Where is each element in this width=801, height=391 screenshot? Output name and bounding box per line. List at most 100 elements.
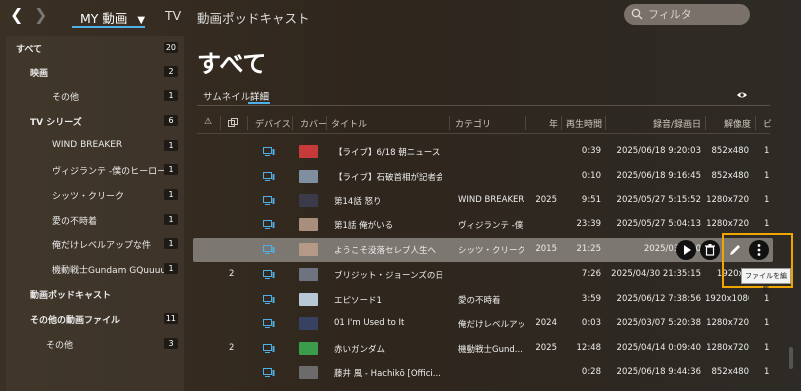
table-row[interactable]: 2 ブリジット・ジョーンズの日記... 7:26 2025/04/30 21:3… — [193, 263, 773, 287]
cell-recorded-date: 2025/06/18 9:44:36 — [616, 367, 701, 377]
cell-duration: 9:51 — [581, 195, 601, 205]
column-duration[interactable]: 再生時間 — [566, 117, 602, 130]
sidebar-item-movies[interactable]: 映画 2 — [6, 60, 184, 84]
cell-title: 第14話 怒り — [334, 197, 382, 207]
table-row[interactable]: 【ライブ】石破首相が記者会... 0:10 2025/06/18 9:16:45… — [193, 165, 773, 189]
device-icon — [263, 295, 275, 304]
sidebar-item-schitts-creek[interactable]: シッツ・クリーク 1 — [6, 183, 184, 207]
cell-duration: 0:28 — [581, 367, 601, 377]
sidebar-item-wind-breaker[interactable]: WIND BREAKER 1 — [6, 134, 184, 158]
delete-button[interactable] — [700, 240, 720, 260]
column-cover[interactable]: カバー — [300, 117, 327, 130]
cell-more: 1 — [764, 171, 770, 181]
table-row[interactable]: 2 赤いガンダム 機動戦士Gund... 2025 12:48 2025/04/… — [193, 337, 773, 361]
cell-resolution: 1280x720 — [706, 219, 749, 229]
cell-duration: 0:03 — [581, 318, 601, 328]
column-separator — [292, 116, 293, 130]
count-badge: 2 — [164, 66, 178, 77]
cover-thumbnail — [299, 366, 318, 379]
cell-recorded-date: 2025/06/18 9:20:03 — [616, 146, 701, 156]
sidebar-item-movies-other[interactable]: その他 1 — [6, 84, 184, 108]
device-icon — [263, 344, 275, 353]
tab-video-podcast[interactable]: 動画ポッドキャスト — [197, 8, 310, 27]
sidebar-item-other-videos[interactable]: その他の動画ファイル 11 — [6, 307, 184, 331]
column-recorded-date[interactable]: 録音/録画日 — [653, 117, 701, 130]
play-button[interactable] — [676, 240, 696, 260]
eye-icon[interactable] — [736, 90, 748, 100]
cell-category: WIND BREAKER — [458, 195, 524, 205]
column-more[interactable]: ビ — [763, 117, 772, 130]
search-icon — [631, 8, 643, 20]
column-category[interactable]: カテゴリ — [455, 117, 491, 130]
cell-duration: 23:39 — [576, 219, 602, 229]
sidebar-item-crash-landing[interactable]: 愛の不時着 1 — [6, 208, 184, 232]
tooltip: ファイルを編集 — [741, 268, 791, 294]
sidebar-item-solo-leveling[interactable]: 俺だけレベルアップな件 1 — [6, 232, 184, 256]
cell-more: 1 — [764, 318, 770, 328]
trash-icon — [705, 244, 715, 256]
sync-icon[interactable] — [228, 118, 239, 128]
cell-recorded-date: 2025/03/07 5:20:38 — [616, 318, 701, 328]
count-badge: 1 — [164, 140, 178, 151]
scrollbar[interactable] — [789, 347, 793, 369]
table-row[interactable]: エピソード1 愛の不時着 3:59 2025/06/12 7:38:56 192… — [193, 288, 773, 312]
cell-more: 1 — [764, 219, 770, 229]
sidebar-item-label: 動画ポッドキャスト — [30, 291, 112, 301]
table-row[interactable]: 藤井 風 - Hachikō [Offici... 0:28 2025/06/1… — [193, 361, 773, 385]
sidebar-item-vigilante[interactable]: ヴィジランテ -僕のヒーローアカデ... 1 — [6, 158, 184, 182]
cell-duration: 0:39 — [581, 146, 601, 156]
cell-duration: 3:59 — [581, 294, 601, 304]
cell-year: 2024 — [535, 318, 557, 328]
forward-arrow-icon[interactable]: ❯ — [34, 6, 47, 24]
tab-tv[interactable]: TV — [165, 8, 181, 23]
cover-thumbnail — [299, 243, 318, 256]
cell-category: 俺だけレベルアッ... — [458, 320, 524, 330]
column-separator — [220, 116, 221, 130]
column-year[interactable]: 年 — [549, 117, 558, 130]
column-separator — [525, 116, 526, 130]
filter-box[interactable] — [624, 4, 750, 25]
sidebar-item-other-videos-other[interactable]: その他 3 — [6, 332, 184, 356]
column-separator — [561, 116, 562, 130]
cell-resolution: 1280x720 — [706, 343, 749, 353]
device-icon — [263, 220, 275, 229]
table-row[interactable]: 第14話 怒り WIND BREAKER 2025 9:51 2025/05/2… — [193, 189, 773, 213]
count-badge: 1 — [164, 214, 178, 225]
table-row[interactable]: 第1話 俺がいる ヴィジランテ -僕... 23:39 2025/05/27 5… — [193, 213, 773, 237]
sidebar-item-tv-series[interactable]: TV シリーズ 6 — [6, 109, 184, 133]
cell-recorded-date: 2025/06/18 9:16:45 — [616, 171, 701, 181]
column-separator — [605, 116, 606, 130]
sidebar-item-label: その他の動画ファイル — [30, 316, 121, 326]
column-title[interactable]: タイトル — [331, 117, 367, 130]
column-device[interactable]: デバイス — [255, 117, 291, 130]
back-arrow-icon[interactable]: ❮ — [10, 6, 23, 24]
cell-category: 愛の不時着 — [458, 296, 501, 306]
sidebar-item-gundam[interactable]: 機動戦士Gundam GQuuuuu... 1 — [6, 257, 184, 281]
tab-details[interactable]: 詳細 — [250, 89, 269, 103]
sidebar: すべて 20 映画 2 その他 1 TV シリーズ 6 WIND BREAKER… — [6, 36, 184, 391]
cover-thumbnail — [299, 145, 318, 158]
cell-recorded-date: 2025/06/12 7:38:56 — [616, 294, 701, 304]
filter-input[interactable] — [648, 7, 743, 22]
tab-thumbnail[interactable]: サムネイル — [203, 89, 250, 103]
device-icon — [263, 147, 275, 156]
chevron-down-icon: ▼ — [137, 15, 146, 26]
table-row[interactable]: 【ライブ】6/18 朝ニュースまと... 0:39 2025/06/18 9:2… — [193, 140, 773, 164]
sidebar-item-all[interactable]: すべて 20 — [6, 36, 184, 60]
warning-icon[interactable]: ⚠ — [204, 117, 212, 127]
cell-title: 第1話 俺がいる — [334, 221, 394, 231]
tab-my-video[interactable]: MY 動画 ▼ — [80, 8, 145, 27]
top-bar: ❮ ❯ MY 動画 ▼ TV 動画ポッドキャスト — [0, 0, 801, 32]
sidebar-item-video-podcast[interactable]: 動画ポッドキャスト — [6, 282, 184, 306]
count-badge: 1 — [164, 164, 178, 175]
cell-category: シッツ・クリーク — [458, 246, 524, 256]
divider — [197, 105, 770, 106]
cover-thumbnail — [299, 194, 318, 207]
cell-duration: 0:10 — [581, 171, 601, 181]
column-resolution[interactable]: 解像度 — [724, 117, 751, 130]
sidebar-item-label: その他 — [52, 93, 80, 103]
cover-thumbnail — [299, 317, 318, 330]
table-row[interactable]: 01 I'm Used to It 俺だけレベルアッ... 2024 0:03 … — [193, 312, 773, 336]
cell-title: 赤いガンダム — [334, 345, 386, 355]
cell-recorded-date: 2025/05/27 5:04:13 — [616, 219, 701, 229]
